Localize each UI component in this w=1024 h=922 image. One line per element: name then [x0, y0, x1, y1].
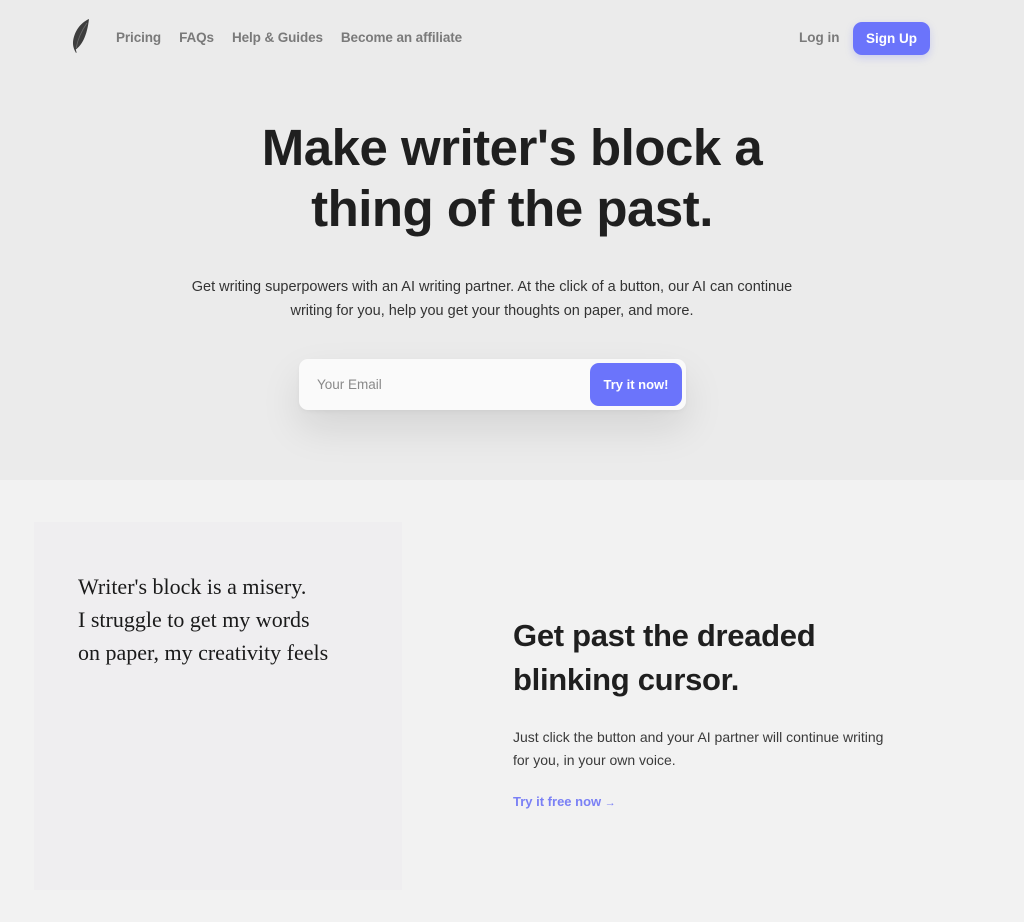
demo-line: Writer's block is a misery.: [78, 574, 307, 599]
headline-line-1: Make writer's block a: [261, 119, 763, 176]
demo-line: I struggle to get my words: [78, 607, 310, 632]
nav-link-pricing[interactable]: Pricing: [116, 30, 161, 45]
nav-links: Pricing FAQs Help & Guides Become an aff…: [116, 30, 462, 45]
try-free-label: Try it free now: [513, 794, 602, 809]
try-it-now-button[interactable]: Try it now!: [590, 363, 682, 406]
hero-subtext: Get writing superpowers with an AI writi…: [150, 275, 834, 323]
headline-line-2: thing of the past.: [311, 180, 713, 237]
hero-headline: Make writer's block a thing of the past.: [0, 117, 1024, 239]
feature-title-line-1: Get past the dreaded: [513, 618, 816, 653]
subtext-line-2: writing for you, help you get your thoug…: [290, 303, 694, 319]
nav-link-help-guides[interactable]: Help & Guides: [232, 30, 323, 45]
feature-desc-line-2: for you, in your own voice.: [513, 752, 676, 768]
feature-description: Just click the button and your AI partne…: [513, 726, 943, 772]
email-signup-form: Try it now!: [299, 359, 686, 410]
subtext-line-1: Get writing superpowers with an AI writi…: [191, 279, 793, 295]
demo-line: on paper, my creativity feels: [78, 640, 329, 665]
feature-title-line-2: blinking cursor.: [513, 662, 740, 697]
feature-title: Get past the dreaded blinking cursor.: [513, 614, 933, 702]
email-input[interactable]: [299, 359, 589, 410]
demo-text: Writer's block is a misery. I struggle t…: [78, 570, 388, 669]
writing-demo-card: Writer's block is a misery. I struggle t…: [34, 522, 402, 890]
top-nav: Pricing FAQs Help & Guides Become an aff…: [0, 0, 1024, 76]
arrow-right-icon: →: [604, 797, 616, 809]
nav-link-affiliate[interactable]: Become an affiliate: [341, 30, 462, 45]
feature-desc-line-1: Just click the button and your AI partne…: [513, 729, 884, 745]
feather-icon[interactable]: [70, 18, 92, 54]
try-free-link[interactable]: Try it free now →: [513, 794, 616, 809]
signup-button[interactable]: Sign Up: [853, 22, 930, 55]
login-link[interactable]: Log in: [799, 30, 840, 45]
nav-link-faqs[interactable]: FAQs: [179, 30, 214, 45]
